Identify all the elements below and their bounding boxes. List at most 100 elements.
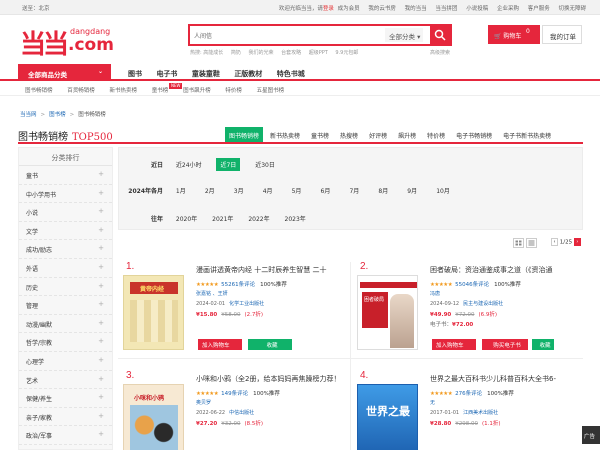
plus-icon[interactable]: +: [98, 244, 104, 252]
filter-month[interactable]: 5月: [292, 186, 319, 195]
book-cover[interactable]: 小咪和小鸦: [123, 384, 184, 450]
nav-item-kids-wear[interactable]: 童装童鞋: [192, 70, 220, 78]
next-page-button[interactable]: ›: [573, 238, 581, 246]
top-link-my-dangdang[interactable]: 我的当当: [405, 6, 427, 12]
nav-item-ebooks[interactable]: 电子书: [156, 70, 177, 78]
top-link-cloud-shelf[interactable]: 我的云书房: [368, 6, 396, 12]
subnav-rising[interactable]: 图书飙升榜: [183, 88, 211, 94]
comment-count[interactable]: 55261条评论: [221, 282, 255, 288]
sidebar-item[interactable]: 保健/养生 +: [19, 389, 112, 408]
comment-count[interactable]: 149条评论: [221, 391, 248, 397]
nav-item-special-store[interactable]: 特色书城: [277, 70, 305, 78]
sidebar-item[interactable]: 哲学/宗教 +: [19, 333, 112, 352]
sidebar-item[interactable]: 中小学用书 +: [19, 185, 112, 204]
subnav-five-star[interactable]: 五星图书榜: [257, 88, 285, 94]
tab-rising[interactable]: 飙升榜: [394, 127, 420, 142]
top-link-accessibility[interactable]: 切换无障碍: [558, 6, 586, 12]
hotword[interactable]: 我们的光荣: [248, 50, 273, 56]
filter-year[interactable]: 2021年: [212, 214, 233, 223]
top-link-enterprise[interactable]: 企业采购: [497, 6, 519, 12]
hotword[interactable]: 台套攻略: [281, 50, 301, 56]
cart-button[interactable]: 🛒 购物车 0: [488, 25, 540, 44]
plus-icon[interactable]: +: [98, 226, 104, 234]
subnav-book-bestseller[interactable]: 图书畅销榜: [25, 88, 53, 94]
author[interactable]: 冯唐: [430, 290, 440, 297]
plus-icon[interactable]: +: [98, 430, 104, 438]
sidebar-item[interactable]: 动漫/幽默 +: [19, 315, 112, 334]
sidebar-item[interactable]: 历史 +: [19, 278, 112, 297]
filter-month[interactable]: 3月: [234, 186, 261, 195]
filter-year[interactable]: 2023年: [285, 214, 306, 223]
add-to-cart-button[interactable]: 加入购物车: [198, 339, 242, 350]
search-input[interactable]: 人间信: [194, 31, 212, 40]
top-link-service[interactable]: 客户服务: [528, 6, 550, 12]
sidebar-item[interactable]: 童书 +: [19, 166, 112, 185]
filter-option-7d[interactable]: 近7日: [216, 158, 241, 171]
hotword[interactable]: 热搜: 高能成长: [190, 50, 223, 56]
plus-icon[interactable]: +: [98, 356, 104, 364]
plus-icon[interactable]: +: [98, 282, 104, 290]
plus-icon[interactable]: +: [98, 412, 104, 420]
all-categories-button[interactable]: 全部商品分类 ⌄: [18, 64, 111, 81]
plus-icon[interactable]: +: [98, 207, 104, 215]
comment-count[interactable]: 55046条评论: [455, 282, 489, 288]
filter-month[interactable]: 2月: [205, 186, 232, 195]
hotword[interactable]: 超级PPT: [309, 50, 328, 56]
tab-hot-search[interactable]: 热搜榜: [336, 127, 362, 142]
favorite-button[interactable]: 收藏: [248, 339, 292, 350]
sidebar-item[interactable]: 政治/军事 +: [19, 426, 112, 445]
plus-icon[interactable]: +: [98, 170, 104, 178]
sidebar-item[interactable]: 亲子/家教 +: [19, 408, 112, 427]
hotword[interactable]: 简奶: [231, 50, 241, 56]
comment-count[interactable]: 276条评论: [455, 391, 482, 397]
filter-month[interactable]: 1月: [176, 186, 203, 195]
tab-kids-books[interactable]: 童书榜: [307, 127, 333, 142]
tab-ebook-bestseller[interactable]: 电子书畅销榜: [452, 127, 496, 142]
sidebar-item[interactable]: 管理 +: [19, 296, 112, 315]
filter-option-24h[interactable]: 近24小时: [176, 160, 202, 169]
buy-ebook-button[interactable]: 购买电子书: [482, 339, 528, 350]
list-view-button[interactable]: [526, 238, 537, 248]
filter-month[interactable]: 10月: [436, 186, 463, 195]
book-cover[interactable]: 世界之最: [357, 384, 418, 450]
subnav-discount[interactable]: 特价榜: [225, 88, 242, 94]
plus-icon[interactable]: +: [98, 263, 104, 271]
plus-icon[interactable]: +: [98, 337, 104, 345]
publisher[interactable]: 中信出版社: [229, 410, 254, 416]
delivery-location[interactable]: 送至：北京: [22, 4, 50, 12]
sidebar-item[interactable]: 艺术 +: [19, 371, 112, 390]
plus-icon[interactable]: +: [98, 319, 104, 327]
nav-item-books[interactable]: 图书: [128, 70, 142, 78]
floating-ad-tab[interactable]: 广告: [582, 426, 600, 444]
sidebar-item[interactable]: 小说 +: [19, 203, 112, 222]
publisher[interactable]: 江西美术出版社: [463, 410, 498, 416]
filter-month[interactable]: 6月: [321, 186, 348, 195]
top-link-submit[interactable]: 小说投稿: [466, 6, 488, 12]
subnav-new-books[interactable]: 新书热卖榜: [110, 88, 138, 94]
product-title[interactable]: 困者破局：资治通鉴成事之道（《资治通: [430, 265, 580, 275]
sidebar-item[interactable]: 心理学 +: [19, 352, 112, 371]
sidebar-item[interactable]: 成功/励志 +: [19, 240, 112, 259]
author[interactable]: 无: [430, 399, 435, 406]
hotword[interactable]: 9.9元包邮: [335, 50, 358, 56]
add-to-cart-button[interactable]: 加入购物车: [432, 339, 476, 350]
publisher[interactable]: 民主与建设出版社: [463, 301, 503, 307]
login-link[interactable]: 登录: [323, 6, 334, 12]
subnav-goods-bestseller[interactable]: 百货畅销榜: [67, 88, 95, 94]
top-link-group-buy[interactable]: 当当拼团: [435, 6, 457, 12]
breadcrumb-home[interactable]: 当当网: [20, 112, 37, 118]
filter-month[interactable]: 7月: [349, 186, 376, 195]
tab-discount[interactable]: 特价榜: [423, 127, 449, 142]
tab-ebook-new[interactable]: 电子书新书热卖榜: [499, 127, 555, 142]
nav-item-textbooks[interactable]: 正版教材: [234, 70, 262, 78]
dangdang-logo[interactable]: 当当 dangdang .com: [20, 24, 140, 60]
tab-good-reviews[interactable]: 好评榜: [365, 127, 391, 142]
book-cover[interactable]: 黄帝内经: [123, 275, 184, 350]
publisher[interactable]: 化学工业出版社: [229, 301, 264, 307]
search-button[interactable]: [430, 26, 450, 44]
filter-month[interactable]: 4月: [263, 186, 290, 195]
filter-month[interactable]: 9月: [407, 186, 434, 195]
breadcrumb-rankings[interactable]: 图书榜: [49, 112, 66, 118]
filter-option-30d[interactable]: 近30日: [255, 160, 275, 169]
filter-year[interactable]: 2022年: [248, 214, 269, 223]
